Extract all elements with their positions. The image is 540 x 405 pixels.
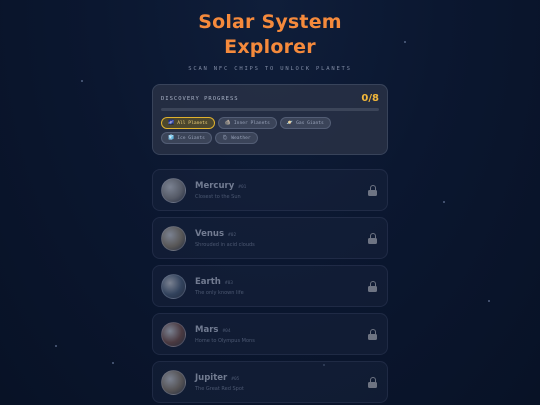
filter-chip-label: Gas Giants xyxy=(296,120,324,126)
planet-description: The Great Red Spot xyxy=(195,385,244,392)
filter-chip-label: Ice Giants xyxy=(177,135,205,141)
progress-count: 0/8 xyxy=(361,93,379,104)
planet-number: #05 xyxy=(231,376,240,382)
filter-chip-label: Weather xyxy=(231,135,251,141)
filter-chip-all-planets[interactable]: 🌌 All Planets xyxy=(161,117,215,129)
filter-chip-gas-giants[interactable]: 🪐 Gas Giants xyxy=(279,117,331,129)
filter-chip-inner-planets[interactable]: 🪨 Inner Planets xyxy=(217,117,277,129)
star xyxy=(112,362,114,364)
planet-mercury-icon xyxy=(161,177,186,203)
app-title-line2: Explorer xyxy=(224,36,316,58)
discovery-progress-card: DISCOVERY PROGRESS 0/8 🌌 All Planets 🪨 I… xyxy=(152,84,388,155)
filter-chip-ice-giants[interactable]: 🧊 Ice Giants xyxy=(161,132,212,144)
lock-icon xyxy=(368,233,377,244)
filter-chip-label: Inner Planets xyxy=(233,120,270,126)
star xyxy=(81,80,83,82)
progress-bar xyxy=(161,108,379,111)
planet-venus-icon xyxy=(161,225,186,251)
planet-earth-icon xyxy=(161,273,186,299)
planet-card-venus[interactable]: Venus #02 Shrouded in acid clouds xyxy=(152,217,388,259)
planet-name: Mars xyxy=(195,324,219,335)
planet-description: Closest to the Sun xyxy=(195,193,241,200)
planet-card-earth[interactable]: Earth #03 The only known life xyxy=(152,265,388,307)
planet-name: Mercury xyxy=(195,180,235,191)
filter-chip-label: All Planets xyxy=(177,120,208,126)
app-subtitle: SCAN NFC CHIPS TO UNLOCK PLANETS xyxy=(188,66,352,72)
planet-number: #01 xyxy=(238,184,247,190)
planet-description: The only known life xyxy=(195,289,244,296)
filter-chip-weather[interactable]: 🌦 Weather xyxy=(214,132,258,144)
planet-list: Mercury #01 Closest to the Sun Venus #02… xyxy=(152,169,388,405)
planet-card-jupiter[interactable]: Jupiter #05 The Great Red Spot xyxy=(152,361,388,403)
filter-chips: 🌌 All Planets 🪨 Inner Planets 🪐 Gas Gian… xyxy=(161,117,379,144)
planet-description: Home to Olympus Mons xyxy=(195,337,255,344)
lock-icon xyxy=(368,185,377,196)
header: Solar System Explorer SCAN NFC CHIPS TO … xyxy=(0,10,540,72)
planet-card-mercury[interactable]: Mercury #01 Closest to the Sun xyxy=(152,169,388,211)
star xyxy=(488,300,490,302)
planet-number: #04 xyxy=(222,328,231,334)
lock-icon xyxy=(368,281,377,292)
ringed-planet-icon: 🪐 xyxy=(286,119,294,126)
planet-name: Venus xyxy=(195,228,225,239)
star xyxy=(443,201,445,203)
app-title-line1: Solar System xyxy=(198,11,342,33)
planet-name: Jupiter xyxy=(195,372,228,383)
planet-number: #02 xyxy=(228,232,237,238)
lock-icon xyxy=(368,377,377,388)
planet-jupiter-icon xyxy=(161,369,186,395)
planet-number: #03 xyxy=(224,280,233,286)
planet-card-mars[interactable]: Mars #04 Home to Olympus Mons xyxy=(152,313,388,355)
planet-name: Earth xyxy=(195,276,221,287)
ice-cube-icon: 🧊 xyxy=(168,134,175,141)
lock-icon xyxy=(368,329,377,340)
planet-mars-icon xyxy=(161,321,186,347)
planet-description: Shrouded in acid clouds xyxy=(195,241,255,248)
weather-icon: 🌦 xyxy=(221,134,229,141)
galaxy-icon: 🌌 xyxy=(168,119,175,126)
star xyxy=(55,345,57,347)
rock-icon: 🪨 xyxy=(224,119,231,126)
progress-label: DISCOVERY PROGRESS xyxy=(161,95,239,102)
